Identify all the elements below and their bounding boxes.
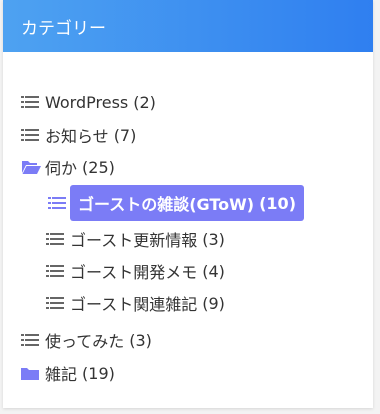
category-item-ghost-devmemo[interactable]: ゴースト開発メモ (4) xyxy=(46,256,225,286)
widget-title: カテゴリー xyxy=(21,18,106,39)
category-item-zakki[interactable]: 雑記 (19) xyxy=(21,358,115,388)
category-label[interactable]: WordPress xyxy=(45,93,128,112)
folder-open-icon xyxy=(21,157,41,177)
category-label[interactable]: ゴーストの雑談(GToW) xyxy=(78,191,254,215)
category-label[interactable]: 使ってみた xyxy=(45,328,124,352)
list-icon xyxy=(21,92,41,112)
category-count: (25) xyxy=(82,157,115,177)
category-item-ghost-update[interactable]: ゴースト更新情報 (3) xyxy=(46,224,225,254)
category-count: (19) xyxy=(82,363,115,383)
category-widget: カテゴリー WordPress (2) お知らせ (7) 伺か (25) ゴース… xyxy=(3,0,373,408)
category-count: (3) xyxy=(129,330,152,350)
category-item-wordpress[interactable]: WordPress (2) xyxy=(21,87,156,117)
list-icon xyxy=(46,293,66,313)
category-count: (9) xyxy=(202,293,225,313)
category-label[interactable]: 雑記 xyxy=(45,361,77,385)
category-label[interactable]: ゴースト関連雑記 xyxy=(70,291,197,315)
category-label[interactable]: お知らせ xyxy=(45,123,109,147)
list-icon xyxy=(46,229,66,249)
category-item-oshirase[interactable]: お知らせ (7) xyxy=(21,120,136,150)
category-count: (7) xyxy=(113,125,137,145)
category-item-ghost-related[interactable]: ゴースト関連雑記 (9) xyxy=(46,288,225,318)
widget-header: カテゴリー xyxy=(3,0,373,52)
category-item-tsukattemita[interactable]: 使ってみた (3) xyxy=(21,325,152,355)
folder-icon xyxy=(21,363,41,383)
category-item-ukagaka[interactable]: 伺か (25) xyxy=(21,152,115,182)
list-icon xyxy=(21,125,41,145)
category-label[interactable]: 伺か xyxy=(45,155,77,179)
category-count: (3) xyxy=(202,229,225,249)
list-icon xyxy=(21,330,41,350)
category-count: (2) xyxy=(133,92,156,112)
category-label[interactable]: ゴースト開発メモ xyxy=(70,259,197,283)
list-icon xyxy=(46,261,66,281)
category-count: (10) xyxy=(259,193,296,213)
category-count: (4) xyxy=(202,261,225,281)
list-icon xyxy=(48,193,68,213)
category-item-gtow[interactable]: ゴーストの雑談(GToW) (10) xyxy=(48,185,304,221)
category-label[interactable]: ゴースト更新情報 xyxy=(70,227,197,251)
